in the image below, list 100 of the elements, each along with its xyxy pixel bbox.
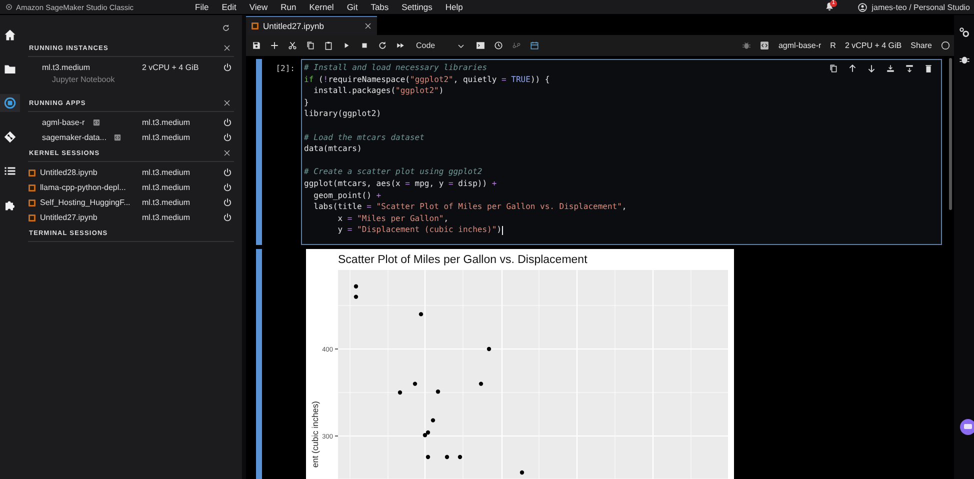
share-button[interactable]: Share — [910, 41, 932, 50]
session-subtitle: Jupyter Notebook — [51, 75, 116, 86]
code-line: ggplot(mtcars, aes(x = mpg, y = disp)) + — [304, 178, 497, 190]
code-line: geom_point() + — [312, 190, 382, 202]
code-icon — [92, 119, 100, 126]
data-point — [354, 294, 358, 299]
git-icon — [4, 131, 16, 143]
menu-item[interactable]: Kernel — [309, 2, 334, 12]
y-axis-label: ent (cubic inches) — [310, 400, 320, 468]
text-cursor — [502, 226, 503, 235]
code-editor[interactable] — [301, 59, 942, 245]
trash-icon[interactable] — [924, 64, 933, 73]
power-icon[interactable] — [223, 118, 232, 127]
data-point — [430, 418, 436, 422]
insert-above-icon[interactable] — [886, 64, 895, 73]
play-icon[interactable] — [342, 41, 351, 50]
tab-label: Untitled27.ipynb — [263, 21, 325, 31]
list-icon — [4, 165, 16, 177]
menu-item[interactable]: File — [195, 2, 209, 12]
instance-type: ml.t3.medium — [142, 213, 192, 222]
data-point — [426, 454, 430, 459]
power-icon[interactable] — [223, 183, 232, 192]
terminal-icon[interactable] — [476, 41, 486, 50]
power-icon[interactable] — [223, 63, 232, 72]
data-point — [458, 454, 462, 459]
menu-item[interactable]: Git — [346, 2, 358, 12]
session-name[interactable]: llama-cpp-python-depl... — [40, 183, 126, 192]
code-line: labs(title = "Scatter Plot of Miles per Gallon vs. Displacement", — [312, 201, 627, 213]
chat-icon[interactable] — [960, 419, 974, 435]
session-name[interactable]: Untitled28.ipynb — [40, 168, 98, 177]
insert-below-icon[interactable] — [905, 64, 914, 73]
git-icon[interactable] — [512, 41, 522, 50]
copy-icon[interactable] — [306, 41, 315, 50]
code-line: # Install and load necessary libraries — [304, 62, 488, 74]
scissors-icon[interactable] — [288, 41, 297, 50]
session-name[interactable]: agml-base-r — [42, 118, 85, 127]
session-name[interactable]: Untitled27.ipynb — [40, 213, 98, 222]
running-tab[interactable] — [0, 94, 20, 112]
menu-item[interactable]: Help — [445, 2, 463, 12]
fast-forward-icon[interactable] — [396, 41, 405, 50]
data-point — [520, 470, 524, 474]
code-line: # Create a scatter plot using ggplot2 — [304, 166, 482, 178]
data-point — [486, 346, 492, 351]
up-arrow-icon[interactable] — [848, 64, 857, 73]
circle-icon — [941, 41, 950, 50]
instance-type: ml.t3.medium — [142, 118, 192, 127]
data-point — [478, 382, 484, 386]
scrollbar-thumb[interactable] — [949, 58, 952, 210]
calendar-icon[interactable] — [530, 41, 540, 50]
instance-type: ml.t3.medium — [142, 198, 192, 207]
notebook-tab[interactable]: Untitled27.ipynb — [246, 16, 377, 35]
close-icon[interactable] — [223, 99, 231, 107]
power-icon[interactable] — [223, 168, 232, 177]
close-icon[interactable] — [223, 149, 231, 157]
cell-type-dropdown[interactable]: Code — [414, 41, 468, 50]
clock-icon[interactable] — [494, 41, 504, 50]
close-icon[interactable] — [364, 22, 372, 30]
power-icon[interactable] — [223, 133, 232, 142]
plus-icon[interactable] — [270, 41, 279, 50]
puzzle-icon — [4, 199, 16, 211]
code-line: data(mtcars) — [304, 143, 362, 155]
paste-icon[interactable] — [324, 41, 333, 50]
code-line: } — [304, 96, 309, 108]
cell-collapser[interactable] — [256, 59, 262, 245]
menu-item[interactable]: Settings — [402, 2, 432, 12]
code-line: # Load the mtcars dataset — [304, 132, 424, 144]
instance-type: ml.t3.medium — [142, 133, 192, 142]
stop-icon[interactable] — [360, 41, 369, 50]
duplicate-icon[interactable] — [829, 64, 838, 73]
code-line: if (!requireNamespace("ggplot2", quietly = TRUE)) { — [304, 74, 550, 86]
close-icon[interactable] — [223, 44, 231, 52]
code-line: y = "Displacement (cubic inches)") — [336, 224, 503, 236]
instance-type: ml.t3.medium — [142, 168, 192, 177]
data-point — [398, 390, 402, 394]
refresh-icon[interactable] — [222, 24, 230, 32]
down-arrow-icon[interactable] — [867, 64, 876, 73]
data-point — [436, 389, 440, 394]
power-icon[interactable] — [223, 198, 232, 207]
menu-item[interactable]: View — [249, 2, 268, 12]
caret-icon — [457, 42, 466, 50]
session-name[interactable]: sagemaker-data... — [42, 133, 106, 142]
running-icon — [4, 97, 16, 109]
user-name[interactable]: james-teo / Personal Studio — [872, 2, 970, 12]
restart-icon[interactable] — [378, 41, 387, 50]
data-point — [444, 454, 450, 459]
menu-item[interactable]: Edit — [222, 2, 236, 12]
data-point — [418, 312, 424, 316]
session-name[interactable]: Self_Hosting_HuggingF... — [40, 198, 130, 207]
kernel-name[interactable]: agml-base-r — [778, 41, 822, 50]
code-icon — [114, 134, 122, 141]
bug-icon[interactable] — [958, 54, 970, 65]
menu-item[interactable]: Tabs — [370, 2, 389, 12]
save-icon[interactable] — [252, 41, 261, 50]
instance-type[interactable]: 2 vCPU + 4 GiB — [844, 41, 902, 50]
notebook-icon — [251, 22, 259, 30]
instance-type: ml.t3.medium — [142, 183, 192, 192]
menu-item[interactable]: Run — [280, 2, 296, 12]
user-icon[interactable] — [858, 2, 867, 12]
session-name[interactable]: ml.t3.medium — [42, 63, 90, 72]
power-icon[interactable] — [223, 213, 232, 222]
